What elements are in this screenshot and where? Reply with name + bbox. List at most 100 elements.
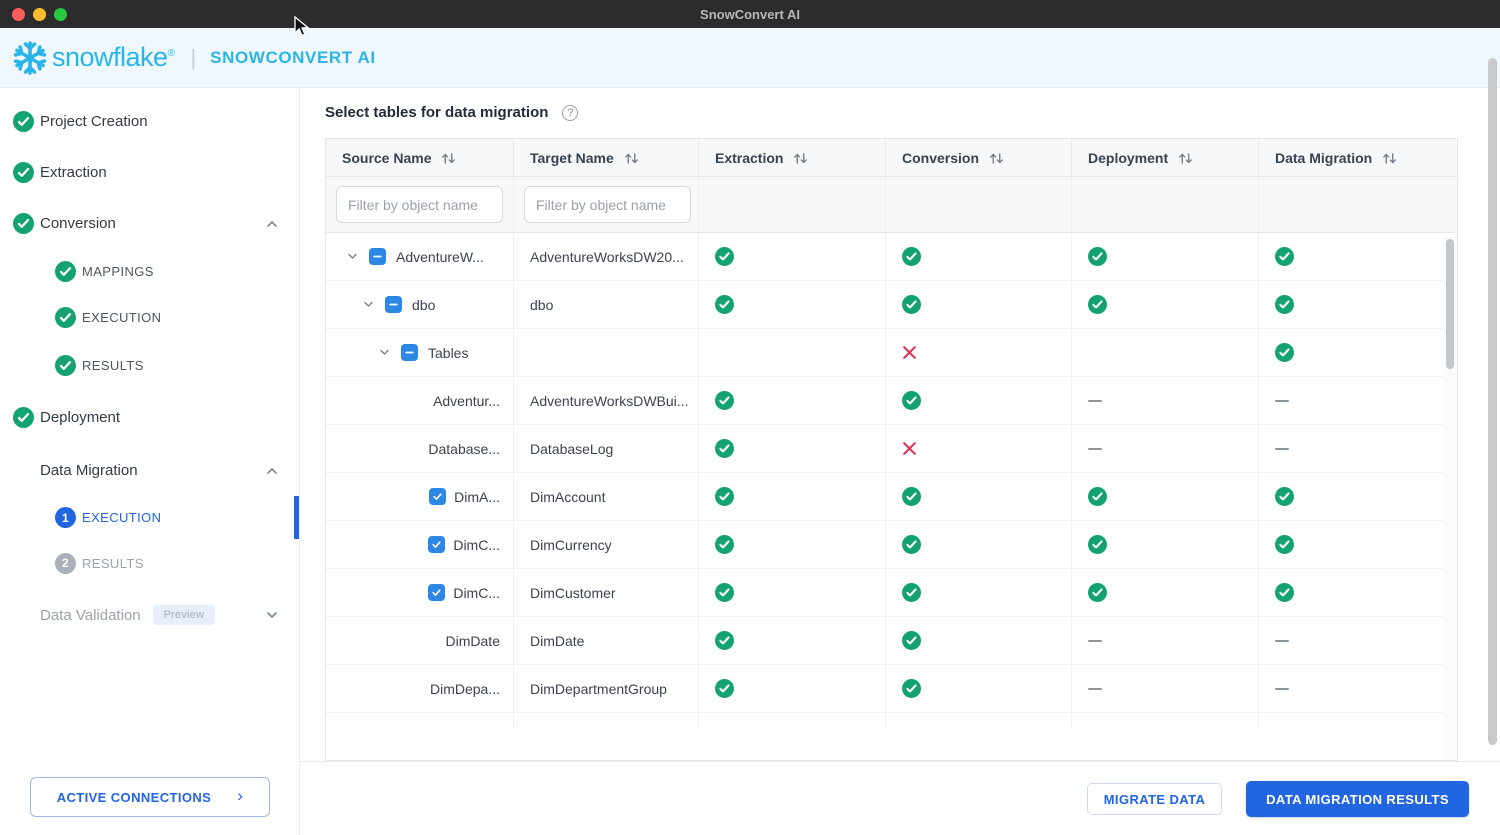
- active-connections-button[interactable]: ACTIVE CONNECTIONS ›: [30, 777, 270, 817]
- column-header-source-name[interactable]: Source Name: [326, 139, 514, 176]
- success-check-icon: [1275, 343, 1294, 362]
- source-name-label: DimDepa...: [429, 680, 500, 697]
- success-check-icon: [715, 391, 734, 410]
- cell-target-name: DimDepartmentGroup: [514, 665, 699, 712]
- sidebar-item-data-migration[interactable]: Data Migration: [0, 445, 299, 496]
- chevron-up-icon[interactable]: [265, 464, 279, 478]
- row-checkbox-checked[interactable]: [428, 584, 446, 601]
- target-name-label: DimDepartmentGroup: [530, 680, 667, 697]
- success-check-icon: [715, 535, 734, 554]
- column-header-deployment[interactable]: Deployment: [1072, 139, 1259, 176]
- sidebar-item-mappings[interactable]: MAPPINGS: [0, 249, 299, 293]
- sort-icon[interactable]: [440, 152, 457, 165]
- source-name-label: DimC...: [453, 536, 500, 553]
- sidebar-item-label: Deployment: [40, 408, 121, 426]
- migration-table: Source Name Target Name Extraction Conversi…: [325, 138, 1458, 761]
- help-icon[interactable]: ?: [562, 104, 579, 121]
- cell-deployment-status: [1072, 617, 1259, 664]
- row-checkbox-checked[interactable]: [429, 488, 447, 505]
- sort-icon[interactable]: [792, 152, 809, 165]
- footer-divider: [300, 761, 1500, 762]
- cell-conversion-status: [886, 521, 1072, 568]
- expander-chevron-down-icon[interactable]: [362, 298, 375, 311]
- close-window-button[interactable]: [12, 8, 25, 21]
- cell-source-name: DimC...: [326, 521, 514, 568]
- row-checkbox-indeterminate[interactable]: [385, 296, 402, 313]
- success-check-icon: [902, 391, 921, 410]
- icon-slot-empty: [13, 604, 40, 626]
- sidebar-item-execution[interactable]: EXECUTION: [0, 293, 299, 341]
- sort-icon[interactable]: [1177, 152, 1194, 165]
- brand-divider: |: [190, 44, 197, 70]
- sidebar-item-execution[interactable]: 1 EXECUTION: [0, 496, 299, 539]
- column-header-data-migration[interactable]: Data Migration: [1259, 139, 1446, 176]
- chevron-down-icon[interactable]: [265, 608, 279, 622]
- cell-target-name: dbo: [514, 281, 699, 328]
- success-check-icon: [1275, 535, 1294, 554]
- error-cross-icon: [902, 345, 917, 360]
- cell-deployment-status: [1072, 281, 1259, 328]
- column-header-target-name[interactable]: Target Name: [514, 139, 699, 176]
- sidebar-item-project-creation[interactable]: Project Creation: [0, 96, 299, 147]
- traffic-lights[interactable]: [12, 8, 67, 21]
- success-check-icon: [715, 439, 734, 458]
- target-name-label: AdventureWorksDW20...: [530, 248, 684, 265]
- registered-mark: ®: [167, 48, 175, 59]
- zoom-window-button[interactable]: [54, 8, 67, 21]
- page-title: Select tables for data migration: [325, 104, 549, 121]
- sidebar-item-results[interactable]: RESULTS: [0, 341, 299, 389]
- column-header-extraction[interactable]: Extraction: [699, 139, 886, 176]
- not-applicable-dash-icon: [1088, 639, 1102, 642]
- source-name-label: Tables: [428, 344, 469, 361]
- target-name-label: dbo: [530, 296, 554, 313]
- cell-conversion-status: [886, 473, 1072, 520]
- success-check-icon: [715, 679, 734, 698]
- sort-icon[interactable]: [988, 152, 1005, 165]
- target-name-label: DatabaseLog: [530, 440, 614, 457]
- row-checkbox-indeterminate[interactable]: [401, 344, 418, 361]
- cell-deployment-status: [1072, 329, 1259, 376]
- snowflake-wordmark: snowflake®: [52, 42, 175, 72]
- success-check-icon: [902, 247, 921, 266]
- sidebar-item-label: Conversion: [40, 215, 116, 232]
- sort-icon[interactable]: [1381, 152, 1398, 165]
- sort-icon[interactable]: [623, 152, 640, 165]
- row-checkbox-checked[interactable]: [428, 536, 446, 553]
- success-check-icon: [902, 487, 921, 506]
- success-check-icon: [1088, 583, 1107, 602]
- column-header-label: Deployment: [1088, 149, 1169, 166]
- cell-data-migration-status: [1259, 617, 1446, 664]
- table-row: DimA... DimAccount: [326, 473, 1457, 521]
- source-name-filter-input[interactable]: [336, 186, 503, 223]
- data-migration-results-button[interactable]: DATA MIGRATION RESULTS: [1246, 781, 1469, 817]
- expander-chevron-down-icon[interactable]: [346, 250, 359, 263]
- sidebar-item-results[interactable]: 2 RESULTS: [0, 539, 299, 587]
- table-row: AdventureW... AdventureWorksDW20...: [326, 233, 1457, 281]
- expander-chevron-down-icon[interactable]: [378, 346, 391, 359]
- success-check-icon: [1088, 247, 1107, 266]
- cell-data-migration-status: [1259, 377, 1446, 424]
- cell-data-migration-status: [1259, 473, 1446, 520]
- table-scrollbar-track[interactable]: [1444, 234, 1456, 759]
- table-scrollbar-thumb[interactable]: [1446, 239, 1454, 369]
- minimize-window-button[interactable]: [33, 8, 46, 21]
- migrate-data-button[interactable]: MIGRATE DATA: [1087, 783, 1222, 815]
- cell-extraction-status: [699, 329, 886, 376]
- success-check-icon: [1088, 295, 1107, 314]
- target-name-filter-input[interactable]: [524, 186, 691, 223]
- success-check-icon: [1088, 535, 1107, 554]
- page-scrollbar-thumb[interactable]: [1488, 58, 1497, 745]
- column-header-label: Conversion: [902, 149, 980, 166]
- table-row: Database... DatabaseLog: [326, 425, 1457, 473]
- cell-conversion-status: [886, 233, 1072, 280]
- row-checkbox-indeterminate[interactable]: [369, 248, 386, 265]
- sidebar-item-deployment[interactable]: Deployment: [0, 389, 299, 445]
- column-header-conversion[interactable]: Conversion: [886, 139, 1072, 176]
- success-check-icon: [1275, 295, 1294, 314]
- preview-badge: Preview: [152, 605, 216, 625]
- cell-extraction-status: [699, 569, 886, 616]
- sidebar-item-extraction[interactable]: Extraction: [0, 147, 299, 198]
- sidebar-item-data-validation[interactable]: Data Validation Preview: [0, 587, 299, 643]
- sidebar-item-conversion[interactable]: Conversion: [0, 198, 299, 249]
- chevron-up-icon[interactable]: [265, 217, 279, 231]
